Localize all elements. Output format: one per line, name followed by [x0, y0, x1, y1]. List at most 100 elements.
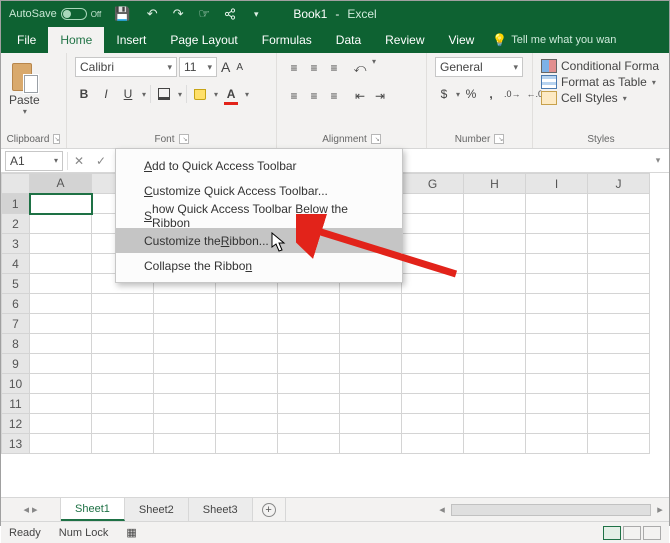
row-header[interactable]: 6: [2, 294, 30, 314]
cell[interactable]: [588, 234, 650, 254]
font-size-combo[interactable]: 11 ▾: [179, 57, 217, 77]
sheet-tab-2[interactable]: Sheet2: [125, 498, 189, 521]
cell[interactable]: [526, 334, 588, 354]
row-header[interactable]: 1: [2, 194, 30, 214]
cell[interactable]: [464, 274, 526, 294]
italic-button[interactable]: I: [97, 83, 115, 105]
page-break-view-button[interactable]: [643, 526, 661, 540]
cell[interactable]: [92, 414, 154, 434]
cell[interactable]: [526, 294, 588, 314]
cell[interactable]: [340, 394, 402, 414]
shrink-font-button[interactable]: A: [234, 62, 245, 73]
cell[interactable]: [278, 354, 340, 374]
cell[interactable]: [526, 374, 588, 394]
cell[interactable]: [154, 374, 216, 394]
fill-menu[interactable]: ▾: [214, 90, 218, 99]
cell[interactable]: [340, 294, 402, 314]
horizontal-scrollbar[interactable]: ◂ ▸: [285, 498, 669, 521]
sheet-nav[interactable]: ◂ ▸: [1, 498, 61, 521]
cell[interactable]: [154, 354, 216, 374]
cell[interactable]: [154, 294, 216, 314]
cell[interactable]: [402, 314, 464, 334]
row-header[interactable]: 8: [2, 334, 30, 354]
cell[interactable]: [30, 194, 92, 214]
cell[interactable]: [154, 334, 216, 354]
cell[interactable]: [402, 394, 464, 414]
select-all-corner[interactable]: [2, 174, 30, 194]
cell[interactable]: [278, 414, 340, 434]
chevron-down-icon[interactable]: ▾: [54, 156, 58, 165]
cell[interactable]: [526, 414, 588, 434]
context-menu-item[interactable]: Add to Quick Access Toolbar: [116, 153, 402, 178]
cell[interactable]: [30, 274, 92, 294]
cell[interactable]: [92, 294, 154, 314]
cell[interactable]: [464, 414, 526, 434]
arrow-left-icon[interactable]: ◂: [433, 503, 451, 516]
bold-button[interactable]: B: [75, 83, 93, 105]
underline-menu[interactable]: ▾: [142, 90, 146, 99]
cell[interactable]: [464, 394, 526, 414]
cell[interactable]: [402, 354, 464, 374]
cell[interactable]: [30, 414, 92, 434]
cell[interactable]: [402, 194, 464, 214]
cell[interactable]: [526, 234, 588, 254]
increase-indent-button[interactable]: ⇥: [371, 85, 389, 107]
cell[interactable]: [30, 234, 92, 254]
cell[interactable]: [92, 334, 154, 354]
tab-data[interactable]: Data: [324, 27, 373, 53]
cell[interactable]: [340, 334, 402, 354]
redo-icon[interactable]: ↷: [167, 4, 189, 24]
cell[interactable]: [340, 314, 402, 334]
cell[interactable]: [216, 394, 278, 414]
cell[interactable]: [30, 354, 92, 374]
cell[interactable]: [278, 394, 340, 414]
cell[interactable]: [30, 214, 92, 234]
cell[interactable]: [30, 334, 92, 354]
tab-review[interactable]: Review: [373, 27, 436, 53]
cell[interactable]: [464, 314, 526, 334]
column-header[interactable]: A: [30, 174, 92, 194]
cell[interactable]: [216, 414, 278, 434]
save-icon[interactable]: 💾: [111, 4, 133, 24]
row-header[interactable]: 2: [2, 214, 30, 234]
chevron-down-icon[interactable]: ▾: [23, 107, 27, 116]
cell[interactable]: [464, 334, 526, 354]
cell[interactable]: [30, 434, 92, 454]
align-bottom-button[interactable]: ≡: [325, 57, 343, 79]
font-color-button[interactable]: A: [222, 83, 240, 105]
column-header[interactable]: H: [464, 174, 526, 194]
new-sheet-button[interactable]: +: [253, 498, 285, 521]
cell[interactable]: [402, 334, 464, 354]
fill-color-button[interactable]: [191, 83, 209, 105]
macro-record-icon[interactable]: ▦: [126, 526, 136, 539]
align-top-button[interactable]: ≡: [285, 57, 303, 79]
underline-button[interactable]: U: [119, 83, 137, 105]
tell-me[interactable]: 💡 Tell me what you wan: [492, 27, 616, 53]
cell[interactable]: [526, 214, 588, 234]
enter-icon[interactable]: ✓: [90, 154, 112, 168]
cell[interactable]: [30, 254, 92, 274]
align-right-button[interactable]: ≡: [325, 85, 343, 107]
cell[interactable]: [278, 294, 340, 314]
cell[interactable]: [588, 194, 650, 214]
cell[interactable]: [588, 394, 650, 414]
undo-icon[interactable]: ↶: [141, 4, 163, 24]
dialog-launcher-alignment[interactable]: ↘: [371, 134, 381, 144]
dialog-launcher-number[interactable]: ↘: [494, 134, 504, 144]
arrow-right-icon[interactable]: ▸: [651, 503, 669, 516]
cell[interactable]: [30, 294, 92, 314]
cell[interactable]: [526, 394, 588, 414]
cell[interactable]: [278, 334, 340, 354]
cell[interactable]: [526, 274, 588, 294]
tab-formulas[interactable]: Formulas: [250, 27, 324, 53]
orientation-button[interactable]: ⤺: [351, 57, 369, 79]
align-middle-button[interactable]: ≡: [305, 57, 323, 79]
cell[interactable]: [278, 374, 340, 394]
tab-page-layout[interactable]: Page Layout: [158, 27, 249, 53]
cell[interactable]: [588, 214, 650, 234]
row-header[interactable]: 9: [2, 354, 30, 374]
cell[interactable]: [526, 254, 588, 274]
cell[interactable]: [588, 294, 650, 314]
tab-view[interactable]: View: [437, 27, 487, 53]
cell[interactable]: [216, 434, 278, 454]
